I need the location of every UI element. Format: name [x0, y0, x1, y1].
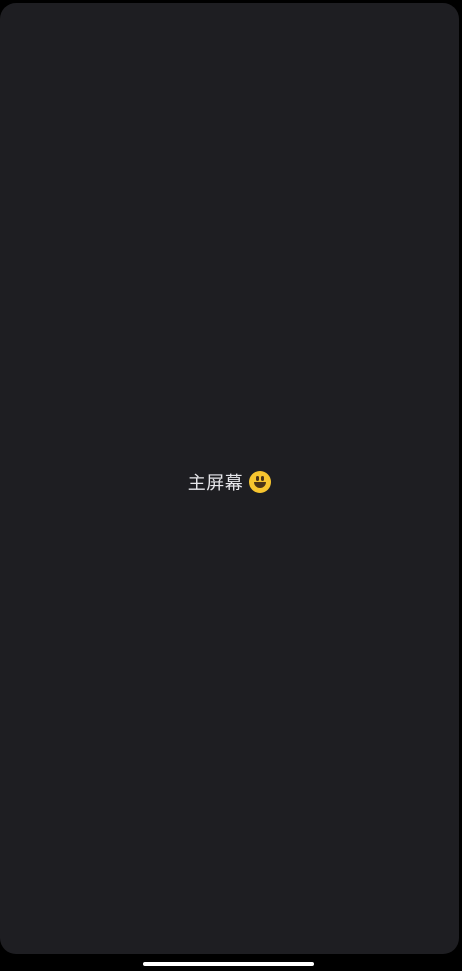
- emoji-mouth: [254, 482, 267, 488]
- device-frame: 主屏幕: [0, 0, 462, 971]
- home-screen: 主屏幕: [0, 3, 459, 954]
- home-screen-label: 主屏幕: [0, 469, 459, 495]
- smiling-face-icon: [249, 471, 272, 493]
- emoji-right-eye: [261, 476, 265, 481]
- home-screen-title: 主屏幕: [187, 473, 244, 494]
- home-indicator[interactable]: [143, 962, 314, 966]
- emoji-left-eye: [256, 476, 260, 481]
